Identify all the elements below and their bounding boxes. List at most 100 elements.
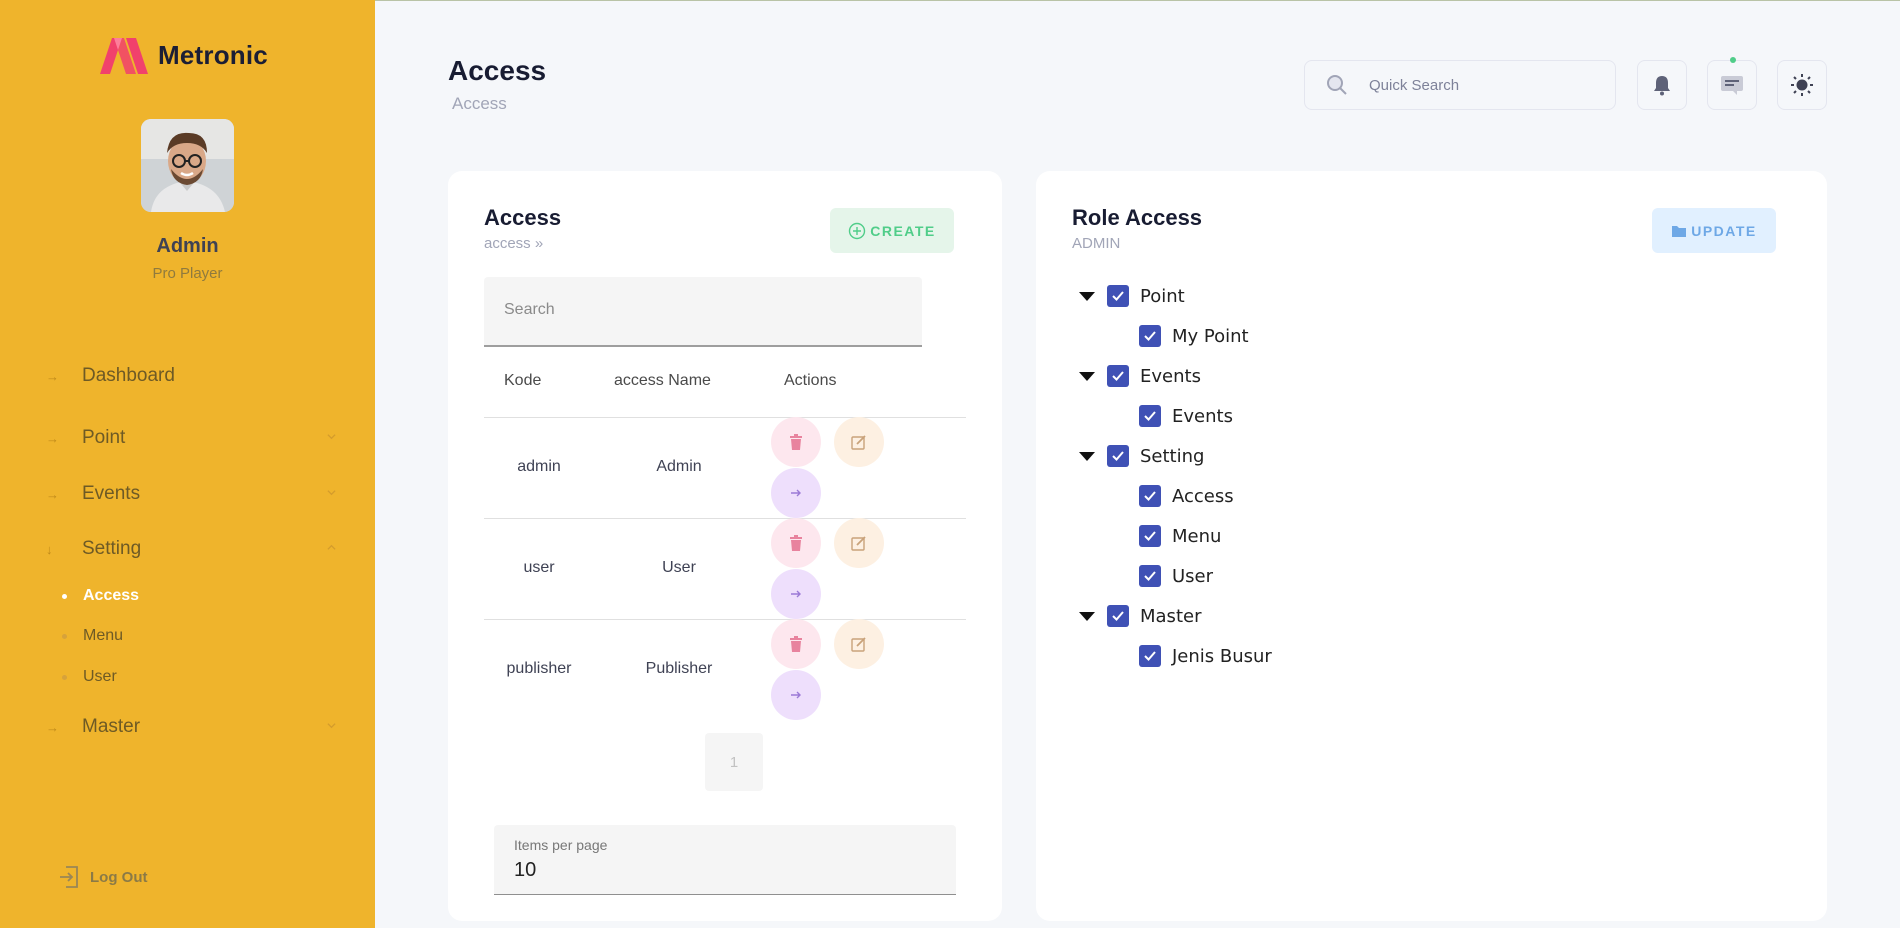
tree-leaf-label: Events — [1172, 405, 1233, 427]
checkbox-checked[interactable] — [1107, 445, 1129, 467]
items-per-page-select[interactable]: Items per page 10 — [494, 825, 956, 895]
sidebar-subitem-access[interactable]: Access — [62, 584, 139, 608]
checkbox-checked[interactable] — [1107, 605, 1129, 627]
messages-button[interactable] — [1707, 57, 1757, 110]
edit-icon — [851, 435, 866, 450]
checkbox-checked[interactable] — [1139, 565, 1161, 587]
quick-search[interactable] — [1304, 60, 1616, 110]
access-card: Access access » CREATE Kode access Name … — [448, 171, 1002, 921]
delete-button[interactable] — [771, 518, 821, 568]
trash-icon — [790, 434, 802, 450]
table-cell-name: Publisher — [645, 660, 713, 677]
open-button[interactable] — [771, 468, 821, 518]
bullet-icon — [62, 593, 67, 599]
unread-indicator-icon — [1730, 57, 1736, 63]
quick-search-input[interactable] — [1369, 76, 1589, 94]
caret-down-icon[interactable] — [1079, 371, 1095, 381]
breadcrumb[interactable]: Access — [452, 94, 507, 114]
tree-node-label: Events — [1140, 365, 1201, 387]
sidebar-item-label: Dashboard — [82, 365, 175, 386]
tree-node-master: Master — [1079, 603, 1201, 629]
card-subtitle: ADMIN — [1072, 235, 1121, 252]
delete-button[interactable] — [771, 417, 821, 467]
sidebar-item-events[interactable]: → Events — [46, 479, 336, 509]
sidebar-subitem-label: Menu — [83, 627, 124, 644]
arrow-down-icon: ↓ — [46, 541, 53, 557]
arrow-right-icon: → — [46, 430, 59, 446]
chevron-down-icon — [327, 434, 336, 440]
sidebar-item-dashboard[interactable]: → Dashboard — [46, 361, 336, 391]
tree-leaf-jenis-busur: Jenis Busur — [1139, 643, 1272, 669]
open-button[interactable] — [771, 569, 821, 619]
edit-button[interactable] — [834, 417, 884, 467]
tree-leaf-label: Access — [1172, 485, 1234, 507]
check-icon — [1144, 531, 1156, 541]
role-access-card: Role Access ADMIN UPDATE Point My Point … — [1036, 171, 1827, 921]
sidebar-item-label: Setting — [82, 538, 142, 559]
pagination-page-1[interactable]: 1 — [705, 733, 763, 791]
arrow-right-icon — [791, 691, 801, 699]
caret-down-icon[interactable] — [1079, 451, 1095, 461]
sidebar: Metronic Admin Pro Player → Dashboard → … — [0, 0, 375, 928]
checkbox-checked[interactable] — [1139, 405, 1161, 427]
card-title: Access — [484, 205, 562, 230]
chat-icon — [1721, 76, 1743, 95]
page-title: Access — [448, 55, 547, 86]
caret-down-icon[interactable] — [1079, 611, 1095, 621]
plus-circle-icon — [849, 222, 866, 239]
checkbox-checked[interactable] — [1139, 485, 1161, 507]
tree-leaf-label: My Point — [1172, 325, 1249, 347]
update-button[interactable]: UPDATE — [1652, 208, 1776, 253]
tree-leaf-label: Jenis Busur — [1172, 645, 1272, 667]
card-subtitle[interactable]: access » — [484, 235, 543, 252]
sidebar-subitem-menu[interactable]: Menu — [62, 624, 123, 648]
check-icon — [1144, 651, 1156, 661]
divider — [484, 619, 966, 620]
sidebar-item-setting[interactable]: ↓ Setting — [46, 534, 336, 564]
tree-leaf-label: User — [1172, 565, 1214, 587]
tree-node-events: Events — [1079, 363, 1201, 389]
table-search-input[interactable] — [504, 301, 904, 319]
edit-button[interactable] — [834, 518, 884, 568]
edit-icon — [851, 637, 866, 652]
trash-icon — [790, 535, 802, 551]
edit-icon — [851, 536, 866, 551]
checkbox-checked[interactable] — [1107, 285, 1129, 307]
delete-button[interactable] — [771, 619, 821, 669]
user-name: Admin — [156, 235, 219, 257]
sidebar-subitem-user[interactable]: User — [62, 665, 117, 689]
search-icon — [1327, 75, 1347, 95]
sidebar-item-label: Events — [82, 483, 141, 504]
tree-node-label: Master — [1140, 605, 1202, 627]
folder-icon — [1672, 225, 1687, 237]
chevron-up-icon — [327, 544, 336, 550]
avatar[interactable] — [141, 119, 234, 212]
tree-leaf-user: User — [1139, 563, 1213, 589]
chevron-down-icon — [327, 723, 336, 729]
theme-toggle-button[interactable] — [1777, 60, 1827, 110]
check-icon — [1144, 331, 1156, 341]
sun-icon — [1791, 74, 1813, 96]
sidebar-item-master[interactable]: → Master — [46, 712, 336, 742]
checkbox-checked[interactable] — [1139, 525, 1161, 547]
table-cell-name: Admin — [656, 458, 702, 475]
notifications-button[interactable] — [1637, 60, 1687, 110]
tree-node-label: Point — [1140, 285, 1185, 307]
brand[interactable]: Metronic — [98, 36, 268, 74]
table-search-field[interactable] — [484, 277, 922, 347]
sidebar-item-point[interactable]: → Point — [46, 423, 336, 453]
checkbox-checked[interactable] — [1139, 325, 1161, 347]
check-icon — [1112, 371, 1124, 381]
trash-icon — [790, 636, 802, 652]
caret-down-icon[interactable] — [1079, 291, 1095, 301]
logout-button[interactable]: Log Out — [58, 865, 147, 889]
arrow-right-icon: → — [46, 486, 59, 502]
check-icon — [1112, 611, 1124, 621]
open-button[interactable] — [771, 670, 821, 720]
arrow-right-icon — [791, 590, 801, 598]
column-header-actions: Actions — [784, 372, 837, 389]
edit-button[interactable] — [834, 619, 884, 669]
checkbox-checked[interactable] — [1139, 645, 1161, 667]
checkbox-checked[interactable] — [1107, 365, 1129, 387]
create-button[interactable]: CREATE — [830, 208, 954, 253]
